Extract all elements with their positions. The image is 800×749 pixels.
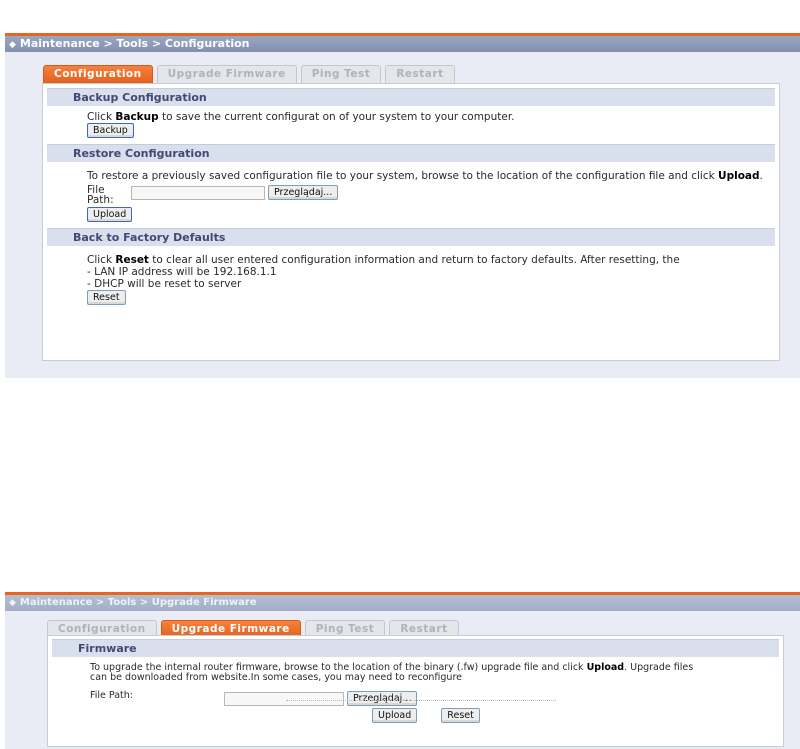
backup-section: Click Backup to save the current configu… bbox=[43, 106, 779, 144]
firmware-panel: Firmware To upgrade the internal router … bbox=[47, 635, 784, 747]
factory-lan-line: - LAN IP address will be 192.168.1.1 bbox=[87, 266, 277, 278]
diamond-icon: ◆ bbox=[9, 598, 16, 608]
configuration-panel: Backup Configuration Click Backup to sav… bbox=[42, 83, 780, 361]
restore-section-heading: Restore Configuration bbox=[47, 144, 775, 162]
firmware-section: To upgrade the internal router firmware,… bbox=[48, 657, 783, 714]
tab-upgrade-firmware[interactable]: Upgrade Firmware bbox=[156, 65, 297, 83]
firmware-section-heading: Firmware bbox=[52, 639, 779, 657]
reset-button[interactable]: Reset bbox=[87, 290, 126, 305]
factory-description: Click Reset to clear all user entered co… bbox=[87, 254, 680, 266]
browse-button[interactable]: Przeglądaj... bbox=[268, 185, 339, 200]
browse-button[interactable]: Przeglądaj... bbox=[347, 691, 418, 706]
backup-section-heading: Backup Configuration bbox=[47, 88, 775, 106]
file-path-input[interactable] bbox=[224, 692, 344, 706]
backup-button[interactable]: Backup bbox=[87, 123, 134, 138]
reset-button[interactable]: Reset bbox=[441, 708, 480, 723]
upgrade-firmware-screenshot: ◆ Maintenance > Tools > Upgrade Firmware … bbox=[5, 592, 800, 749]
firmware-actions: Upload Reset bbox=[372, 708, 480, 723]
breadcrumb: ◆ Maintenance > Tools > Upgrade Firmware bbox=[5, 595, 800, 611]
backup-description: Click Backup to save the current configu… bbox=[87, 111, 515, 123]
tab-ping-test[interactable]: Ping Test bbox=[300, 65, 382, 83]
restore-section: To restore a previously saved configurat… bbox=[43, 162, 779, 228]
firmware-file-row: File Path: Przeglądaj... bbox=[90, 691, 783, 706]
file-path-label: File Path: bbox=[90, 690, 133, 701]
factory-dhcp-line: - DHCP will be reset to server bbox=[87, 278, 242, 290]
tab-configuration[interactable]: Configuration bbox=[43, 65, 153, 83]
restore-description: To restore a previously saved configurat… bbox=[87, 170, 763, 182]
divider bbox=[286, 700, 556, 701]
tab-bar: Configuration Upgrade Firmware Ping Test… bbox=[43, 65, 455, 83]
file-path-input[interactable] bbox=[131, 186, 265, 200]
factory-section: Click Reset to clear all user entered co… bbox=[43, 246, 779, 311]
tab-restart[interactable]: Restart bbox=[385, 65, 455, 83]
file-path-label: File Path: bbox=[87, 184, 114, 206]
restore-file-row: File Path: Przeglądaj... bbox=[87, 185, 779, 205]
upload-button[interactable]: Upload bbox=[87, 207, 133, 222]
firmware-description-line2: can be downloaded from website.In some c… bbox=[90, 672, 462, 683]
upload-button[interactable]: Upload bbox=[372, 708, 418, 723]
breadcrumb: ◆ Maintenance > Tools > Configuration bbox=[5, 36, 800, 52]
diamond-icon: ◆ bbox=[9, 40, 16, 50]
factory-section-heading: Back to Factory Defaults bbox=[47, 228, 775, 246]
configuration-screenshot: ◆ Maintenance > Tools > Configuration Con… bbox=[5, 33, 800, 378]
